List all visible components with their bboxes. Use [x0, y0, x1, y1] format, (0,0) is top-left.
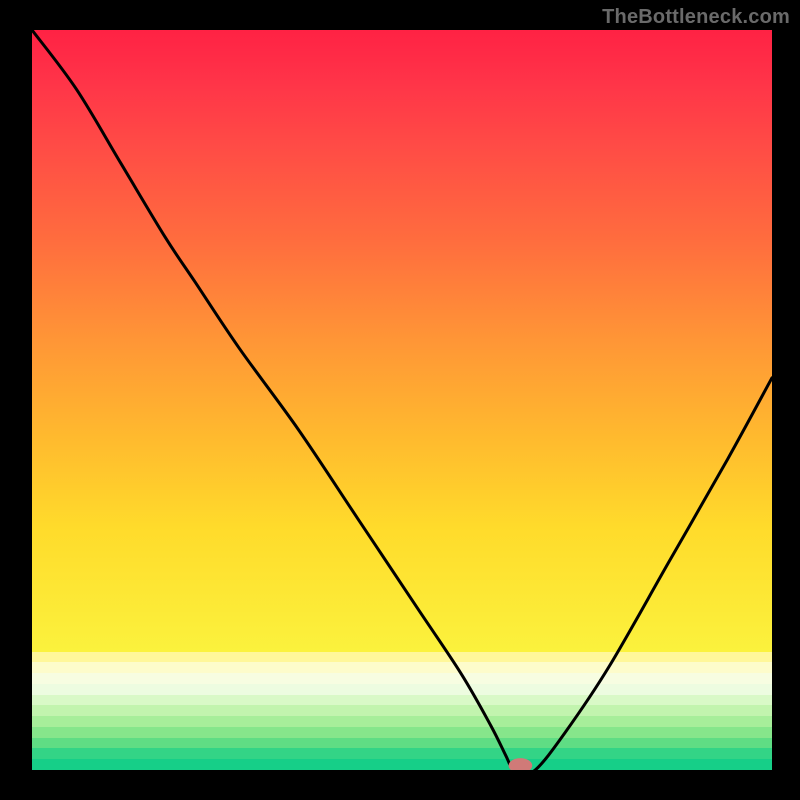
curve-svg [32, 30, 772, 770]
optimal-point-marker [509, 758, 533, 770]
plot-area [32, 30, 772, 770]
watermark-text: TheBottleneck.com [602, 6, 790, 29]
chart-frame: TheBottleneck.com [0, 0, 800, 800]
bottleneck-curve [32, 30, 772, 770]
